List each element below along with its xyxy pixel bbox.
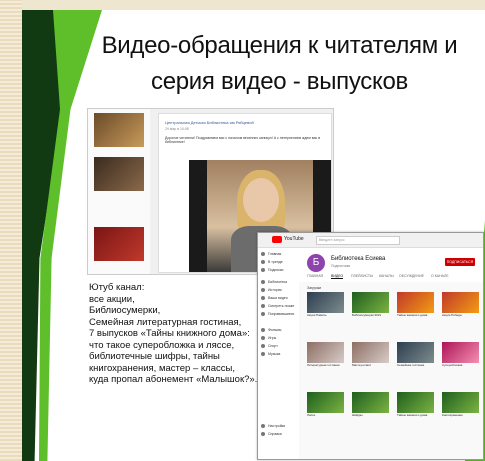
video-card[interactable]: Семейная гостиная bbox=[397, 342, 434, 378]
video-title: Семейная гостиная bbox=[397, 363, 425, 367]
video-title: Тайны книжного дома bbox=[397, 413, 428, 417]
youtube-logo-text[interactable]: YouTube bbox=[284, 236, 304, 242]
desc-line: книгохранения, мастер – классы, bbox=[89, 362, 235, 374]
video-card[interactable]: Литературная гостиная bbox=[307, 342, 344, 378]
channel-avatar[interactable]: Б bbox=[307, 254, 325, 272]
post-text: Дорогие читатели! Поздравляем вас с нача… bbox=[165, 136, 321, 144]
tab-playlists[interactable]: ПЛЕЙЛИСТЫ bbox=[351, 274, 373, 278]
video-card[interactable]: Тайны книжного дома bbox=[397, 392, 434, 428]
sidebar-item[interactable]: Справка bbox=[261, 432, 282, 436]
video-title: Суперобложка bbox=[442, 363, 463, 367]
section-title: Загрузки bbox=[307, 286, 322, 290]
frame-top bbox=[0, 0, 485, 10]
video-thumbnail bbox=[307, 342, 344, 363]
desc-line: Ютуб канал: bbox=[89, 282, 145, 293]
tab-videos[interactable]: ВИДЕО bbox=[331, 274, 344, 279]
slide-title-line1: Видео-обращения к читателям и bbox=[101, 32, 458, 59]
frame-border bbox=[0, 0, 22, 461]
video-thumbnail bbox=[442, 342, 479, 363]
search-input[interactable]: Введите запрос bbox=[316, 236, 400, 245]
desc-line: 7 выпусков «Тайны книжного дома»: bbox=[89, 328, 250, 339]
sidebar-item[interactable]: Фильмы bbox=[261, 328, 281, 332]
youtube-topbar: YouTube Введите запрос bbox=[258, 233, 483, 248]
tab-about[interactable]: О КАНАЛЕ bbox=[431, 274, 449, 278]
video-card[interactable]: Суперобложка bbox=[442, 342, 479, 378]
sidebar-item[interactable]: В тренде bbox=[261, 260, 283, 264]
person-face bbox=[243, 178, 279, 222]
video-title: Тайны книжного дома bbox=[397, 313, 428, 317]
sidebar-item[interactable]: Спорт bbox=[261, 344, 278, 348]
tab-channels[interactable]: КАНАЛЫ bbox=[379, 274, 394, 278]
desc-line: что такое суперобложка и ляссе, bbox=[89, 339, 235, 351]
video-title: Мастер-класс bbox=[352, 363, 372, 367]
video-card[interactable]: Мастер-класс bbox=[352, 342, 389, 378]
video-card[interactable]: Ляссе bbox=[307, 392, 344, 428]
video-card[interactable]: Книгохранение bbox=[442, 392, 479, 428]
video-card[interactable]: Тайны книжного дома bbox=[397, 292, 434, 328]
video-thumbnail bbox=[352, 342, 389, 363]
sidebar-item[interactable]: Настройки bbox=[261, 424, 285, 428]
video-thumbnail bbox=[352, 392, 389, 413]
channel-header: Б Библиотека Есиева Подписчики ПОДПИСАТЬ… bbox=[299, 248, 483, 282]
tab-discussion[interactable]: ОБСУЖДЕНИЕ bbox=[399, 274, 424, 278]
desc-line: все акции, bbox=[89, 293, 135, 305]
sidebar-item[interactable]: Музыка bbox=[261, 352, 280, 356]
youtube-sidebar: Главная В тренде Подписки Библиотека Ист… bbox=[258, 248, 298, 459]
video-title: Литературная гостиная bbox=[307, 363, 340, 367]
video-card[interactable]: Шифры bbox=[352, 392, 389, 428]
youtube-main: Б Библиотека Есиева Подписчики ПОДПИСАТЬ… bbox=[299, 248, 483, 459]
video-thumbnail bbox=[397, 392, 434, 413]
sidebar-item[interactable]: Смотреть позже bbox=[261, 304, 294, 308]
youtube-screenshot: YouTube Введите запрос Главная В тренде … bbox=[257, 232, 484, 460]
video-thumbnail bbox=[442, 292, 479, 313]
sidebar-thumb bbox=[94, 113, 144, 147]
desc-line: куда пропал абонемент «Малышок?». bbox=[89, 374, 258, 385]
post-date: 29 мар в 10:08 bbox=[165, 127, 189, 131]
sidebar-item[interactable]: Понравившиеся bbox=[261, 312, 294, 316]
video-card[interactable]: Акция Победа bbox=[442, 292, 479, 328]
video-title: Библиосумерки 2021 bbox=[352, 313, 382, 317]
post-sidebar bbox=[88, 109, 150, 274]
channel-name: Библиотека Есиева bbox=[331, 256, 386, 262]
sidebar-item[interactable]: Главная bbox=[261, 252, 281, 256]
sidebar-item[interactable]: Библиотека bbox=[261, 280, 287, 284]
channel-tabs: ГЛАВНАЯ ВИДЕО ПЛЕЙЛИСТЫ КАНАЛЫ ОБСУЖДЕНИ… bbox=[299, 274, 483, 282]
video-title: Книгохранение bbox=[442, 413, 463, 417]
tab-home[interactable]: ГЛАВНАЯ bbox=[307, 274, 323, 278]
video-title: Акция Память bbox=[307, 313, 327, 317]
video-title: Шифры bbox=[352, 413, 363, 417]
sidebar-thumb bbox=[94, 227, 144, 261]
subscribe-button[interactable]: ПОДПИСАТЬСЯ bbox=[445, 258, 475, 266]
slide-title: Видео-обращения к читателям и серия виде… bbox=[74, 28, 485, 100]
sidebar-item[interactable]: Игры bbox=[261, 336, 276, 340]
sidebar-thumb bbox=[94, 157, 144, 191]
channel-subscribers: Подписчики bbox=[331, 264, 351, 268]
video-thumbnail bbox=[307, 392, 344, 413]
video-thumbnail bbox=[442, 392, 479, 413]
post-author[interactable]: Центральная Детская Библиотека им Рябцев… bbox=[165, 120, 254, 125]
sidebar-item[interactable]: Подписки bbox=[261, 268, 284, 272]
sidebar-item[interactable]: Ваши видео bbox=[261, 296, 288, 300]
desc-line: библиотечные шифры, тайны bbox=[89, 351, 220, 362]
video-thumbnail bbox=[397, 342, 434, 363]
video-title: Ляссе bbox=[307, 413, 316, 417]
video-thumbnail bbox=[397, 292, 434, 313]
youtube-logo-icon[interactable] bbox=[272, 236, 282, 243]
video-card[interactable]: Библиосумерки 2021 bbox=[352, 292, 389, 328]
desc-line: Библиосумерки, bbox=[89, 305, 161, 316]
video-title: Акция Победа bbox=[442, 313, 462, 317]
video-thumbnail bbox=[352, 292, 389, 313]
video-thumbnail bbox=[307, 292, 344, 313]
channel-description: Ютуб канал: все акции, Библиосумерки, Се… bbox=[89, 282, 264, 386]
slide-title-line2: серия видео - выпусков bbox=[151, 68, 408, 95]
desc-line: Семейная литературная гостиная, bbox=[89, 316, 242, 328]
presentation-slide: Видео-обращения к читателям и серия виде… bbox=[22, 10, 485, 461]
sidebar-item[interactable]: История bbox=[261, 288, 282, 292]
video-card[interactable]: Акция Память bbox=[307, 292, 344, 328]
